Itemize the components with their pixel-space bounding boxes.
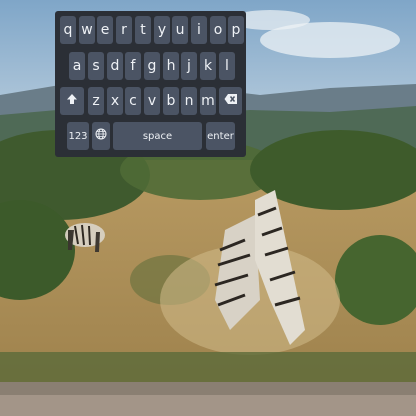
- key-q[interactable]: q: [60, 16, 76, 44]
- numbers-key[interactable]: 123: [67, 122, 89, 150]
- key-d[interactable]: d: [107, 52, 123, 80]
- key-e[interactable]: e: [97, 16, 113, 44]
- key-p[interactable]: p: [228, 16, 244, 44]
- key-v[interactable]: v: [144, 87, 160, 115]
- enter-key[interactable]: enter: [206, 122, 235, 150]
- key-z[interactable]: z: [88, 87, 104, 115]
- on-screen-keyboard: q w e r t y u i o p a s d f g h j k l z …: [55, 11, 246, 157]
- key-i[interactable]: i: [191, 16, 207, 44]
- key-y[interactable]: y: [154, 16, 170, 44]
- backspace-icon: [224, 93, 238, 109]
- key-l[interactable]: l: [219, 52, 235, 80]
- key-u[interactable]: u: [172, 16, 188, 44]
- key-m[interactable]: m: [200, 87, 216, 115]
- key-b[interactable]: b: [163, 87, 179, 115]
- key-h[interactable]: h: [163, 52, 179, 80]
- key-n[interactable]: n: [181, 87, 197, 115]
- key-a[interactable]: a: [69, 52, 85, 80]
- shift-arrow-icon: [66, 93, 78, 109]
- key-x[interactable]: x: [107, 87, 123, 115]
- key-j[interactable]: j: [181, 52, 197, 80]
- key-k[interactable]: k: [200, 52, 216, 80]
- key-w[interactable]: w: [79, 16, 95, 44]
- key-c[interactable]: c: [125, 87, 141, 115]
- key-f[interactable]: f: [125, 52, 141, 80]
- space-key[interactable]: space: [113, 122, 202, 150]
- key-t[interactable]: t: [135, 16, 151, 44]
- backspace-key[interactable]: [219, 87, 242, 115]
- key-s[interactable]: s: [88, 52, 104, 80]
- key-o[interactable]: o: [210, 16, 226, 44]
- key-r[interactable]: r: [116, 16, 132, 44]
- key-g[interactable]: g: [144, 52, 160, 80]
- globe-key[interactable]: [92, 122, 110, 150]
- globe-icon: [95, 128, 107, 144]
- shift-key[interactable]: [60, 87, 84, 115]
